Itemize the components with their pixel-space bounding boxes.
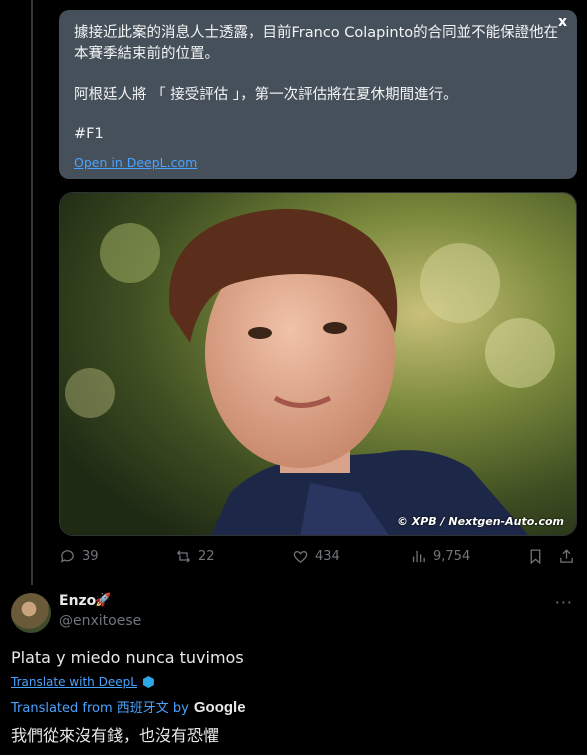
repost-icon [176,550,191,563]
portrait-image [60,193,576,535]
translated-text: 我們從來沒有錢，也沒有恐懼 [11,726,220,745]
share-icon [560,549,573,563]
avatar[interactable] [11,593,51,633]
open-in-deepl-link[interactable]: Open in DeepL.com [74,155,562,170]
more-options-icon[interactable]: ··· [555,593,573,612]
user-handle[interactable]: @enxitoese [59,613,141,629]
rocket-emoji: 🚀 [95,593,112,608]
google-logo: Google [193,699,246,716]
translated-by-row: Translated from 西班牙文 by Google [11,697,246,716]
translate-deepl-row: Translate with DeepL [11,675,154,689]
thread-line [31,0,33,585]
bookmark-icon [530,549,541,565]
views-icon [412,550,425,563]
reply-text: Plata y miedo nunca tuvimos [11,648,244,667]
reply-button[interactable]: 39 [59,548,99,565]
translated-from-label[interactable]: Translated from 西班牙文 by [11,697,189,716]
display-name[interactable]: Enzo [59,593,96,609]
views-button[interactable]: 9,754 [410,548,470,565]
deepl-icon [142,676,154,688]
translation-paragraph-2: 阿根廷人將 「 接受評估 」，第一次評估將在夏休期間進行。 [74,87,458,103]
translation-card: x 據接近此案的消息人士透露，目前Franco Colapinto的合同並不能保… [59,10,577,179]
translate-with-deepl-link[interactable]: Translate with DeepL [11,675,137,689]
translation-paragraph-1: 據接近此案的消息人士透露，目前Franco Colapinto的合同並不能保證他… [74,25,559,62]
reply-icon [60,550,74,563]
views-count: 9,754 [433,549,471,564]
photo-watermark: © XPB / Nextgen-Auto.com [396,515,564,528]
hashtag[interactable]: #F1 [74,124,562,145]
repost-count: 22 [198,549,215,564]
like-button[interactable]: 434 [292,548,340,565]
close-icon[interactable]: x [558,14,567,30]
heart-icon [293,551,308,563]
share-button[interactable] [558,548,575,565]
tweet-photo[interactable]: © XPB / Nextgen-Auto.com [59,192,577,536]
tweet-actions: 39 22 434 9,754 [59,548,577,570]
repost-button[interactable]: 22 [175,548,215,565]
reply-count: 39 [82,549,99,564]
bookmark-button[interactable] [527,548,544,565]
like-count: 434 [315,549,340,564]
